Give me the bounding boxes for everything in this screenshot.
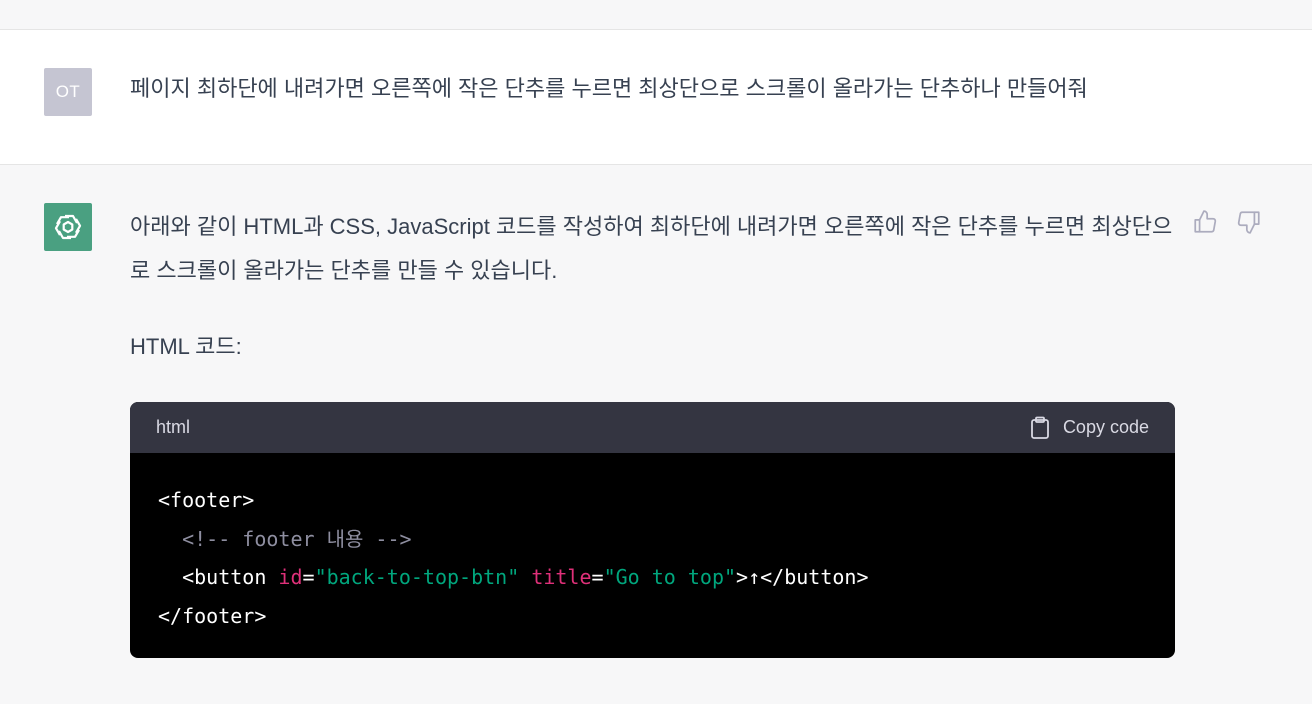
code-token: "back-to-top-btn" <box>314 565 520 589</box>
code-body: <footer> <!-- footer 내용 --> <button id="… <box>130 453 1175 635</box>
code-token: = <box>591 565 604 589</box>
code-line: <!-- footer 내용 --> <box>158 520 1175 559</box>
assistant-message-row: 아래와 같이 HTML과 CSS, JavaScript 코드를 작성하여 최하… <box>0 165 1312 704</box>
copy-code-label: Copy code <box>1062 417 1149 437</box>
user-message-row: OT 페이지 최하단에 내려가면 오른쪽에 작은 단추를 누르면 최상단으로 스… <box>0 30 1312 165</box>
assistant-intro-text: 아래와 같이 HTML과 CSS, JavaScript 코드를 작성하여 최하… <box>130 214 1173 283</box>
code-line: <footer> <box>158 481 1175 520</box>
code-line: <button id="back-to-top-btn" title="Go t… <box>158 558 1175 597</box>
top-strip <box>0 0 1312 30</box>
user-avatar: OT <box>44 68 92 116</box>
code-token: title <box>531 565 592 589</box>
code-block: html Copy code <footer> <!-- footer 내용 -… <box>130 402 1175 658</box>
thumbs-up-icon[interactable] <box>1192 209 1218 235</box>
code-token: id <box>278 565 303 589</box>
code-token: <button <box>182 565 279 589</box>
code-token: <footer> <box>158 488 255 512</box>
code-token: </footer> <box>158 603 267 628</box>
code-token: = <box>302 565 315 589</box>
assistant-avatar <box>44 203 92 251</box>
code-token: >↑</button> <box>736 565 869 589</box>
thumbs-down-icon[interactable] <box>1236 209 1262 235</box>
openai-logo-icon <box>54 214 82 240</box>
user-message-text: 페이지 최하단에 내려가면 오른쪽에 작은 단추를 누르면 최상단으로 스크롤이… <box>130 76 1088 101</box>
user-avatar-initials: OT <box>55 82 81 101</box>
section-heading: HTML 코드: <box>130 334 242 359</box>
clipboard-icon <box>1031 416 1049 439</box>
code-token: <!-- footer 내용 --> <box>182 526 412 551</box>
code-language-label: html <box>156 417 191 437</box>
code-token: "Go to top" <box>603 565 737 589</box>
code-line: </footer> <box>158 597 1175 636</box>
feedback-buttons <box>1192 209 1262 235</box>
copy-code-button[interactable]: Copy code <box>1029 416 1149 440</box>
code-block-header: html Copy code <box>130 402 1175 453</box>
